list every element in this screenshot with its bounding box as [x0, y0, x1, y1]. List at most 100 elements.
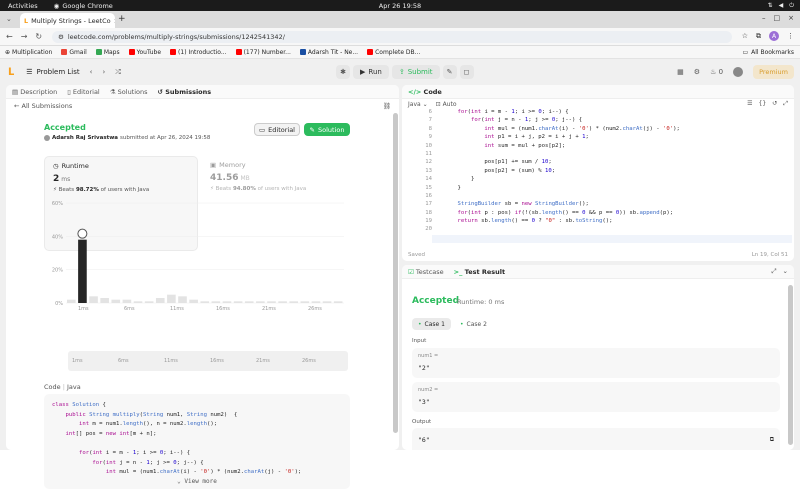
runtime-bar[interactable]: [333, 301, 343, 303]
bookmark-gmail[interactable]: Gmail: [61, 49, 87, 56]
line-number: 18: [425, 209, 432, 216]
next-problem-icon[interactable]: ›: [102, 68, 105, 77]
layout-icon[interactable]: ▦: [677, 68, 684, 76]
view-more-button[interactable]: ⌄ View more: [44, 478, 350, 485]
bookmark-number[interactable]: (177) Number...: [235, 49, 291, 56]
menu-icon[interactable]: ⋮: [787, 32, 794, 40]
editor-code[interactable]: for(int i = m - 1; i >= 0; i--) { for(in…: [444, 109, 679, 235]
maximize-icon[interactable]: □: [774, 14, 781, 22]
runtime-bar[interactable]: [200, 301, 210, 303]
system-tray[interactable]: ⇅ ◀ ⏻: [768, 2, 794, 10]
tab-test-result[interactable]: >_ Test Result: [454, 268, 505, 276]
collapse-icon[interactable]: ⌄: [783, 267, 788, 276]
run-button[interactable]: ▶ Run: [353, 65, 389, 79]
runtime-bar[interactable]: [267, 301, 276, 303]
minimize-icon[interactable]: –: [762, 14, 766, 22]
app-indicator[interactable]: ◉ Google Chrome: [54, 2, 113, 10]
chat-icon[interactable]: ◻: [459, 65, 474, 79]
tab-search-icon[interactable]: ⌄: [6, 15, 12, 23]
runtime-bar[interactable]: [133, 301, 143, 303]
shuffle-icon[interactable]: ⤮: [115, 68, 121, 77]
leetcode-logo-icon[interactable]: ᒪ: [8, 67, 14, 78]
left-scrollbar[interactable]: [393, 113, 398, 433]
runtime-bar[interactable]: [122, 299, 132, 303]
close-tab-icon[interactable]: ×: [114, 17, 115, 25]
profile-avatar[interactable]: A: [769, 31, 779, 41]
runtime-bar[interactable]: [244, 301, 254, 303]
editorial-button[interactable]: ▭ Editorial: [254, 123, 300, 136]
share-icon[interactable]: ⛓: [383, 102, 391, 110]
runtime-bar[interactable]: [67, 299, 76, 303]
activities-button[interactable]: Activities: [8, 2, 38, 10]
solution-button[interactable]: ✎ Solution: [304, 123, 350, 136]
prev-problem-icon[interactable]: ‹: [90, 68, 93, 77]
expand-icon[interactable]: ⤢: [771, 267, 776, 276]
bookmark-icon[interactable]: ☰: [747, 100, 752, 108]
user-avatar[interactable]: [733, 67, 744, 77]
browser-tab[interactable]: ᒪ Multiply Strings - LeetCo ×: [20, 13, 115, 28]
submit-button[interactable]: ⇪ Submit: [391, 65, 440, 79]
runtime-bar[interactable]: [144, 301, 154, 303]
tab-submissions[interactable]: ↺ Submissions: [158, 88, 212, 96]
runtime-bar[interactable]: [111, 299, 121, 303]
runtime-bar[interactable]: [233, 301, 243, 303]
url-bar[interactable]: ⚙ leetcode.com/problems/multiply-strings…: [52, 31, 732, 43]
new-tab-button[interactable]: +: [118, 14, 126, 24]
debug-icon[interactable]: ✱: [336, 65, 350, 79]
runtime-bar[interactable]: [155, 298, 165, 303]
bookmark-youtube[interactable]: YouTube: [128, 49, 161, 56]
tab-code[interactable]: </> Code: [408, 88, 442, 96]
upload-icon: ⇪: [398, 68, 405, 76]
streak-icon[interactable]: ♨ 0: [710, 68, 723, 76]
braces-icon[interactable]: {}: [759, 100, 767, 108]
bookmark-maps[interactable]: Maps: [95, 49, 120, 56]
fullscreen-icon[interactable]: ⤢: [783, 100, 788, 108]
runtime-bar[interactable]: [178, 296, 187, 303]
auto-mode[interactable]: ⊡ Auto: [436, 101, 457, 108]
line-number: 11: [425, 150, 432, 157]
bookmark-multiplication[interactable]: ⊕ Multiplication: [5, 49, 52, 56]
runtime-bar[interactable]: [189, 299, 198, 303]
tab-testcase[interactable]: ☑ Testcase: [408, 268, 444, 276]
forward-icon[interactable]: →: [21, 32, 28, 41]
memory-value: 41.56: [210, 173, 239, 183]
tab-solutions[interactable]: ⚗ Solutions: [110, 88, 148, 96]
all-bookmarks[interactable]: ▭ All Bookmarks: [742, 49, 794, 56]
copy-icon[interactable]: ⧉: [770, 436, 774, 444]
runtime-bar[interactable]: [300, 301, 310, 303]
reset-icon[interactable]: ↺: [772, 100, 777, 108]
runtime-bar[interactable]: [211, 301, 221, 303]
bookmark-introduction[interactable]: (1) Introductio...: [170, 49, 227, 56]
case-2-tab[interactable]: • Case 2: [454, 318, 493, 330]
back-icon[interactable]: ←: [6, 32, 13, 41]
runtime-range-slider[interactable]: 1ms 6ms 11ms 16ms 21ms 26ms: [68, 351, 348, 371]
notes-icon[interactable]: ✎: [442, 65, 457, 79]
runtime-bar[interactable]: [322, 301, 332, 303]
close-window-icon[interactable]: ×: [788, 14, 794, 22]
bookmark-star-icon[interactable]: ☆: [742, 32, 748, 40]
reload-icon[interactable]: ↻: [35, 32, 42, 41]
settings-icon[interactable]: ⚙: [694, 68, 700, 76]
runtime-bar[interactable]: [89, 296, 98, 303]
case-1-tab[interactable]: • Case 1: [412, 318, 451, 330]
your-runtime-bar[interactable]: [78, 239, 87, 303]
language-select[interactable]: Java ⌄: [408, 101, 428, 108]
result-scrollbar[interactable]: [788, 285, 793, 445]
site-info-icon[interactable]: ⚙: [58, 33, 64, 41]
extensions-icon[interactable]: ⧉: [756, 32, 761, 41]
runtime-bar[interactable]: [222, 301, 232, 303]
runtime-bar[interactable]: [167, 294, 176, 303]
bookmark-adarsh[interactable]: Adarsh Tit - Ne...: [299, 49, 358, 56]
bookmark-complete-db[interactable]: Complete DB...: [367, 49, 420, 56]
runtime-bar[interactable]: [278, 301, 287, 303]
premium-button[interactable]: Premium: [753, 65, 794, 79]
runtime-bar[interactable]: [100, 298, 109, 303]
all-submissions-link[interactable]: ← All Submissions: [14, 102, 72, 110]
runtime-bar[interactable]: [289, 301, 299, 303]
runtime-bar[interactable]: [311, 301, 321, 303]
tab-description[interactable]: ▤ Description: [12, 88, 57, 96]
tab-editorial[interactable]: ▯ Editorial: [67, 88, 100, 96]
runtime-distribution-chart[interactable]: 60% 40% 20% 0% 1ms 6ms 11ms 16ms 21ms 26ms: [44, 197, 350, 317]
problem-list-button[interactable]: ☰ Problem List: [26, 68, 79, 76]
runtime-bar[interactable]: [256, 301, 265, 303]
